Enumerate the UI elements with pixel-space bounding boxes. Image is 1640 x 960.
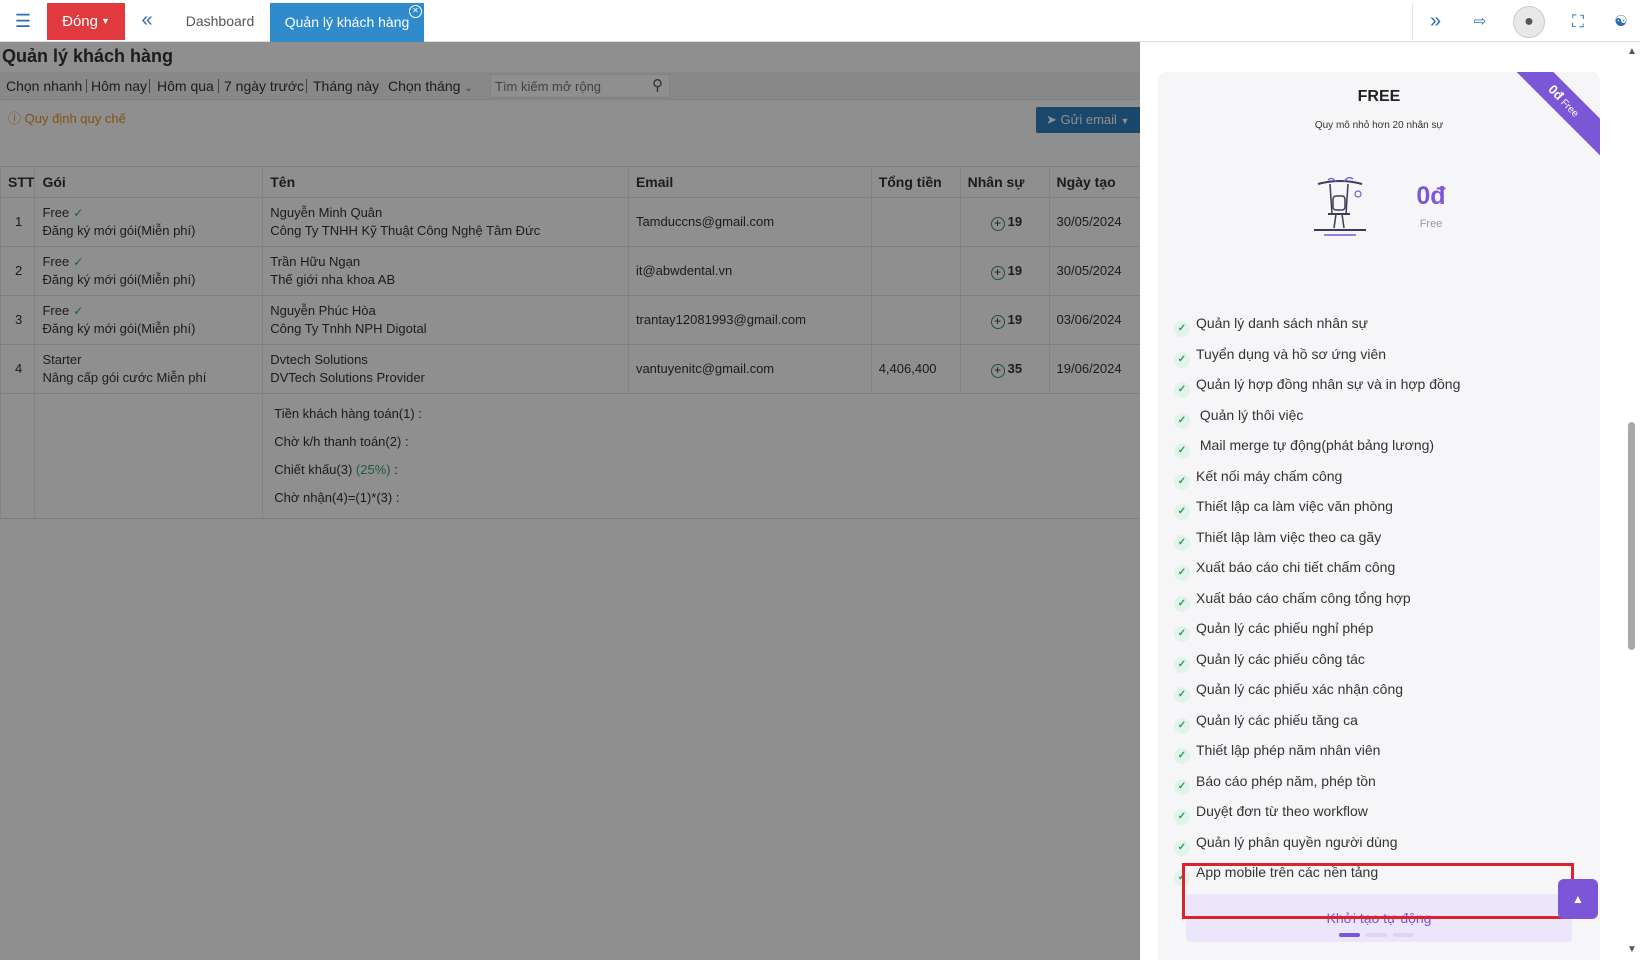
list-item: ✓ Quản lý phân quyền người dùng: [1174, 827, 1594, 858]
feature-list: ✓ Quản lý danh sách nhân sự ✓ Tuyển dụng v…: [1174, 308, 1594, 888]
list-item: ✓ Tuyển dụng và hồ sơ ứng viên: [1174, 339, 1594, 370]
tab-dashboard[interactable]: Dashboard: [172, 3, 268, 40]
plan-ribbon: 0đFree: [1505, 72, 1600, 160]
check-icon: ✓: [1174, 565, 1190, 581]
exit-icon[interactable]: ⇨: [1460, 3, 1500, 40]
plan-name: FREE: [1357, 88, 1401, 105]
plan-card-free: 0đFree FREE Quy mô nhỏ hơn 20 nhân sự 0đ…: [1158, 72, 1600, 960]
tab-label: Quản lý khách hàng: [284, 14, 410, 30]
highlight-box: [1182, 863, 1574, 919]
close-dropdown-button[interactable]: Đóng ▼: [47, 3, 125, 40]
check-icon: ✓: [1174, 717, 1190, 734]
check-icon: ✓: [1174, 534, 1190, 551]
plan-drawer: 0đFree FREE Quy mô nhỏ hơn 20 nhân sự 0đ…: [1140, 42, 1640, 960]
user-icon: ●: [1513, 5, 1545, 38]
list-item: ✓ Quản lý các phiếu nghỉ phép: [1174, 613, 1594, 644]
list-item: ✓ Quản lý các phiếu tăng ca: [1174, 705, 1594, 736]
fullscreen-icon[interactable]: ⛶: [1558, 3, 1598, 40]
close-button-label: Đóng: [62, 13, 98, 30]
check-icon: ✓: [1174, 809, 1190, 825]
scroll-up-icon[interactable]: ▲: [1627, 46, 1637, 57]
list-item: ✓ Quản lý các phiếu xác nhận công: [1174, 674, 1594, 705]
modal-backdrop[interactable]: [0, 42, 1140, 960]
plan-period: Free: [1419, 218, 1443, 230]
avatar[interactable]: ●: [1509, 3, 1549, 40]
list-item: ✓ Xuất báo cáo chấm công tổng hợp: [1174, 583, 1594, 614]
check-icon: ✓: [1174, 504, 1190, 520]
carousel-dot[interactable]: [1339, 933, 1360, 937]
swing-illustration-icon: [1314, 176, 1366, 236]
scrollbar-thumb[interactable]: [1628, 422, 1635, 650]
check-icon: ✓: [1174, 382, 1190, 398]
carousel-dots: [1339, 933, 1420, 937]
check-icon: ✓: [1174, 443, 1190, 459]
list-item: ✓ Quản lý hợp đồng nhân sự và in hợp đồng: [1174, 369, 1594, 400]
list-item: ✓ Quản lý thôi việc: [1174, 400, 1594, 431]
carousel-dot[interactable]: [1366, 933, 1387, 937]
scroll-to-top-button[interactable]: ▲: [1558, 879, 1598, 919]
plan-description: Quy mô nhỏ hơn 20 nhân sự: [1314, 120, 1444, 131]
check-icon: ✓: [1174, 321, 1190, 337]
caret-up-icon: ▲: [1572, 892, 1584, 906]
check-icon: ✓: [1174, 748, 1190, 764]
scroll-down-icon[interactable]: ▼: [1627, 944, 1637, 955]
close-tab-icon[interactable]: ✕: [409, 5, 422, 18]
tab-customer-management[interactable]: Quản lý khách hàng ✕: [270, 3, 424, 42]
top-bar: ☰ Đóng ▼ « Dashboard Quản lý khách hàng ✕…: [0, 0, 1640, 42]
check-icon: ✓: [1174, 839, 1190, 856]
double-chevron-left-icon[interactable]: «: [134, 8, 160, 34]
check-icon: ✓: [1174, 687, 1190, 703]
list-item: ✓ Báo cáo phép năm, phép tồn: [1174, 766, 1594, 797]
carousel-dot[interactable]: [1393, 933, 1414, 937]
check-icon: ✓: [1174, 351, 1190, 368]
caret-down-icon: ▼: [100, 16, 110, 26]
list-item: ✓ Thiết lập làm việc theo ca gãy: [1174, 522, 1594, 553]
list-item: ✓ Thiết lập ca làm việc văn phòng: [1174, 491, 1594, 522]
list-item: ✓ Xuất báo cáo chi tiết chấm công: [1174, 552, 1594, 583]
list-item: ✓ Quản lý danh sách nhân sự: [1174, 308, 1594, 339]
check-icon: ✓: [1174, 595, 1190, 612]
double-chevron-right-icon[interactable]: »: [1412, 3, 1458, 40]
drawer-scrollbar[interactable]: ▲ ▼: [1624, 42, 1640, 960]
check-icon: ✓: [1174, 473, 1190, 490]
check-icon: ✓: [1174, 656, 1190, 673]
list-item: ✓ Quản lý các phiếu công tác: [1174, 644, 1594, 675]
check-icon: ✓: [1174, 778, 1190, 795]
plan-price: 0đ: [1416, 182, 1446, 210]
list-item: ✓ Thiết lập phép năm nhân viên: [1174, 735, 1594, 766]
list-item: ✓ Mail merge tự động(phát bảng lương): [1174, 430, 1594, 461]
list-item: ✓ Duyệt đơn từ theo workflow: [1174, 796, 1594, 827]
check-icon: ✓: [1174, 412, 1190, 429]
list-item: ✓ Kết nối máy chấm công: [1174, 461, 1594, 492]
org-chart-icon[interactable]: ☯: [1604, 3, 1638, 40]
check-icon: ✓: [1174, 626, 1190, 642]
hamburger-icon[interactable]: ☰: [8, 8, 38, 34]
